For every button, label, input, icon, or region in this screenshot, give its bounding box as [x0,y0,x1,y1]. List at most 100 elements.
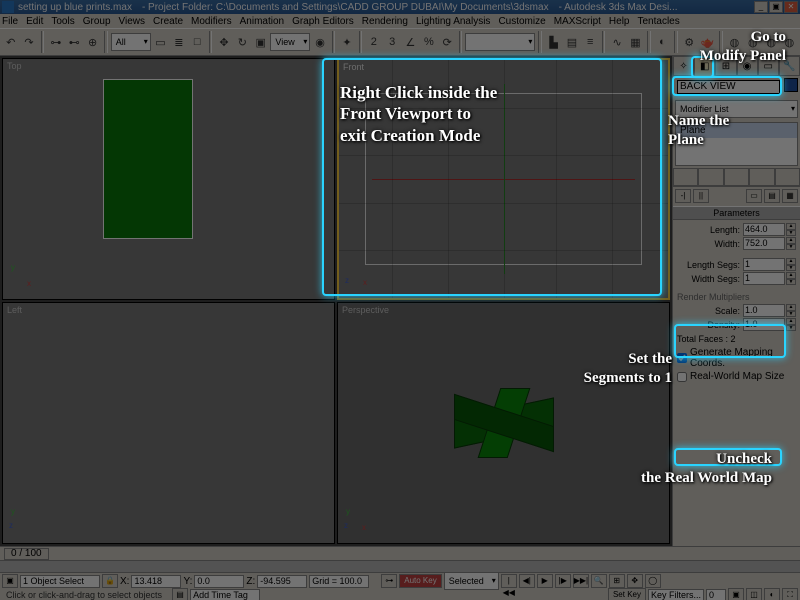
menu-customize[interactable]: Customize [498,16,545,27]
menu-edit[interactable]: Edit [26,16,43,27]
key-filters-button[interactable]: Key Filters... [648,589,704,600]
menu-views[interactable]: Views [119,16,146,27]
menu-grapheditors[interactable]: Graph Editors [292,16,354,27]
viewport-left[interactable]: Left y z [2,302,335,544]
width-spinner-arrows[interactable]: ▲▼ [786,237,796,250]
window-close-button[interactable]: ✕ [784,1,798,13]
tab-utilities[interactable]: 🔧 [779,56,800,76]
menu-tools[interactable]: Tools [51,16,74,27]
stack-nav-button[interactable]: || [693,189,709,203]
menu-create[interactable]: Create [153,16,183,27]
mirror-button[interactable]: ▙ [545,31,562,53]
goto-start-button[interactable]: |◀◀ [501,574,517,588]
length-spinner-arrows[interactable]: ▲▼ [786,223,796,236]
set-key-button[interactable]: Set Key [608,588,646,600]
snap-2d-button[interactable]: 2 [365,31,382,53]
select-object-button[interactable]: ▭ [152,31,169,53]
tab-create[interactable]: ✧ [673,56,694,76]
stack-nav-button[interactable]: -| [675,189,691,203]
select-by-name-button[interactable]: ≣ [170,31,187,53]
tab-modify[interactable]: ◧ [694,56,715,76]
real-world-map-checkbox[interactable]: Real-World Map Size [677,371,796,382]
menu-modifiers[interactable]: Modifiers [191,16,232,27]
goto-end-button[interactable]: ▶▶| [573,574,589,588]
coord-z-field[interactable]: -94.595 [257,575,307,588]
menu-lighting[interactable]: Lighting Analysis [416,16,491,27]
object-color-swatch[interactable] [784,78,798,92]
ref-coord-dropdown[interactable]: View [270,33,310,51]
key-mode-icon[interactable]: ⊶ [381,574,397,588]
undo-button[interactable]: ↶ [2,31,19,53]
modifier-stack[interactable]: Plane [675,122,798,166]
named-selection-dropdown[interactable] [465,33,535,51]
current-frame-field[interactable]: 0 [706,589,726,600]
viewport-front[interactable]: Front x z [337,58,670,300]
track-bar[interactable] [0,561,800,573]
scale-spinner[interactable]: 1.0 [743,304,785,317]
parameters-rollout-header[interactable]: Parameters [673,206,800,220]
stack-nav-button[interactable]: ▦ [782,189,798,203]
show-end-result-button[interactable] [698,168,723,186]
menu-rendering[interactable]: Rendering [362,16,408,27]
angle-snap-button[interactable]: ∠ [402,31,419,53]
length-segs-spinner-arrows[interactable]: ▲▼ [786,258,796,271]
curve-editor-button[interactable]: ∿ [608,31,625,53]
schematic-view-button[interactable]: ▦ [627,31,644,53]
manipulate-button[interactable]: ✦ [338,31,355,53]
width-segs-spinner[interactable]: 1 [743,272,785,285]
density-spinner[interactable]: 1.0 [743,318,785,331]
redo-button[interactable]: ↷ [20,31,37,53]
percent-snap-button[interactable]: % [420,31,437,53]
material-editor-button[interactable]: ◐ [654,31,671,53]
length-spinner[interactable]: 464.0 [743,223,785,236]
align-button[interactable]: ▤ [563,31,580,53]
render-setup-button[interactable]: ⚙ [681,31,698,53]
nav-zoom-all-button[interactable]: ⊞ [609,574,625,588]
extra-button-3[interactable]: ◍ [762,31,779,53]
nav-orbit-button[interactable]: ◯ [645,574,661,588]
window-minimize-button[interactable]: _ [754,1,768,13]
nav-fov-button[interactable]: ◐ [764,588,780,600]
density-spinner-arrows[interactable]: ▲▼ [786,318,796,331]
spinner-snap-button[interactable]: ⟳ [439,31,456,53]
link-button[interactable]: ⊶ [47,31,64,53]
tab-motion[interactable]: ◉ [737,56,758,76]
modifier-stack-item[interactable]: Plane [676,123,797,138]
viewport-top[interactable]: Top x y [2,58,335,300]
tab-hierarchy[interactable]: ⊞ [715,56,736,76]
modifier-list-dropdown[interactable]: Modifier List [675,100,798,118]
scale-button[interactable]: ▣ [252,31,269,53]
extra-button-1[interactable]: ◍ [726,31,743,53]
auto-key-button[interactable]: Auto Key [399,574,441,588]
nav-zoom-button[interactable]: 🔍 [591,574,607,588]
extra-button-2[interactable]: ◍ [744,31,761,53]
menu-help[interactable]: Help [609,16,630,27]
selection-filter-dropdown[interactable]: All [111,33,151,51]
viewport-perspective[interactable]: Perspective x y z [337,302,670,544]
script-listener-button[interactable]: ▤ [172,588,188,600]
add-time-tag[interactable]: Add Time Tag [190,589,260,600]
prev-frame-button[interactable]: ◀| [519,574,535,588]
next-frame-button[interactable]: |▶ [555,574,571,588]
time-slider-thumb[interactable]: 0 / 100 [4,548,49,560]
make-unique-button[interactable] [724,168,749,186]
rotate-button[interactable]: ↻ [234,31,251,53]
selection-lock-button[interactable]: 🔒 [102,574,118,588]
width-spinner[interactable]: 752.0 [743,237,785,250]
snap-3d-button[interactable]: 3 [383,31,400,53]
layers-button[interactable]: ≡ [582,31,599,53]
key-target-dropdown[interactable]: Selected [444,572,499,590]
configure-sets-button[interactable] [775,168,800,186]
play-button[interactable]: ▶ [537,574,553,588]
unlink-button[interactable]: ⊷ [66,31,83,53]
width-segs-spinner-arrows[interactable]: ▲▼ [786,272,796,285]
time-slider[interactable]: 0 / 100 [0,547,800,561]
nav-zoom-extents-button[interactable]: ▣ [728,588,744,600]
nav-pan-button[interactable]: ✥ [627,574,643,588]
generate-mapping-checkbox[interactable]: Generate Mapping Coords. [677,347,796,369]
object-name-field[interactable]: BACK VIEW [677,80,780,94]
remove-modifier-button[interactable] [749,168,774,186]
move-button[interactable]: ✥ [215,31,232,53]
nav-maximize-viewport-button[interactable]: ⛶ [782,588,798,600]
menu-group[interactable]: Group [83,16,111,27]
